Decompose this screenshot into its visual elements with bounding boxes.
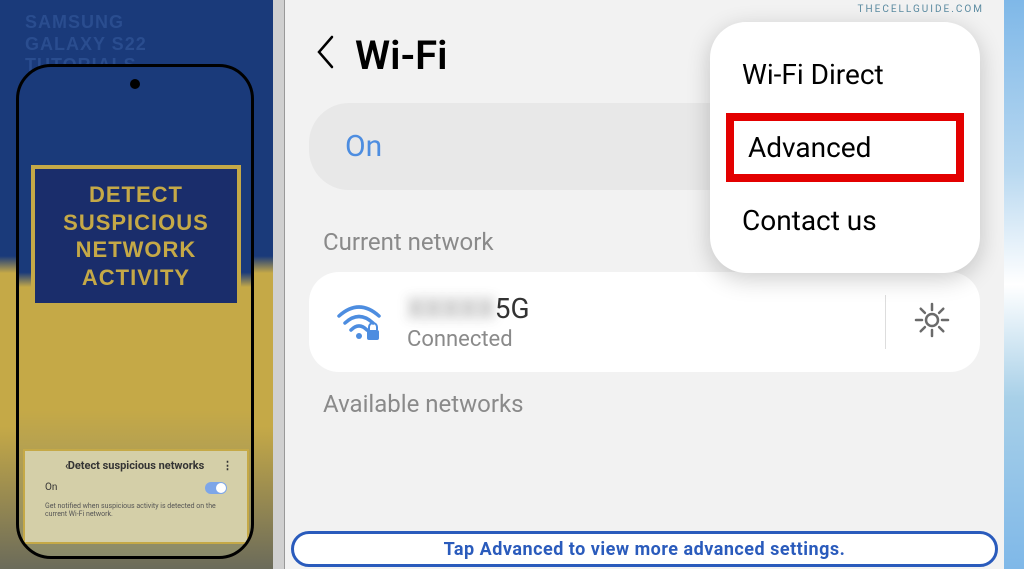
phone-screen: Wi-Fi On Current network XXXXX5G Connect… <box>284 0 1004 569</box>
phone-illustration: DETECT SUSPICIOUS NETWORK ACTIVITY ‹ Det… <box>16 64 254 559</box>
camera-dot <box>130 79 140 89</box>
mini-screenshot: ‹ Detect suspicious networks ⋮ On Get no… <box>23 449 249 544</box>
wifi-state-label: On <box>345 129 382 164</box>
instruction-caption: Tap Advanced to view more advanced setti… <box>291 531 998 567</box>
mini-on-label: On <box>45 482 57 494</box>
chevron-left-icon <box>315 35 335 69</box>
available-networks-label: Available networks <box>323 390 966 418</box>
network-settings-button[interactable] <box>912 300 952 344</box>
badge-line-1: DETECT <box>43 181 229 209</box>
mini-back-icon: ‹ <box>65 459 68 472</box>
mini-more-icon: ⋮ <box>222 459 233 472</box>
mini-toggle-icon <box>205 482 227 494</box>
mini-header: ‹ Detect suspicious networks ⋮ <box>35 457 237 478</box>
network-info: XXXXX5G Connected <box>407 292 859 352</box>
menu-item-contact-us[interactable]: Contact us <box>710 186 980 255</box>
badge-line-4: ACTIVITY <box>43 264 229 292</box>
watermark-text: THECELLGUIDE.COM <box>858 4 984 15</box>
mini-description: Get notified when suspicious activity is… <box>35 498 237 522</box>
divider <box>885 295 886 349</box>
wifi-secure-icon <box>337 302 381 342</box>
network-status: Connected <box>407 327 859 352</box>
badge-line-2: SUSPICIOUS <box>43 209 229 237</box>
brand-line-1: SAMSUNG <box>25 12 263 34</box>
mini-toggle-row: On <box>35 478 237 498</box>
back-button[interactable] <box>315 35 335 77</box>
badge-line-3: NETWORK <box>43 236 229 264</box>
tutorial-sidebar: SAMSUNG GALAXY S22 TUTORIALS DETECT SUSP… <box>0 0 273 569</box>
menu-item-wifi-direct[interactable]: Wi-Fi Direct <box>710 40 980 109</box>
current-network-card[interactable]: XXXXX5G Connected <box>309 272 980 372</box>
tutorial-badge: DETECT SUSPICIOUS NETWORK ACTIVITY <box>31 165 241 307</box>
overflow-menu: Wi-Fi Direct Advanced Contact us <box>710 22 980 273</box>
mini-title: Detect suspicious networks <box>68 459 205 472</box>
network-name-hidden: XXXXX <box>407 292 495 325</box>
gear-icon <box>912 300 952 340</box>
network-name: XXXXX5G <box>407 292 859 325</box>
menu-item-advanced[interactable]: Advanced <box>726 113 964 182</box>
page-title: Wi-Fi <box>355 32 448 79</box>
network-name-suffix: 5G <box>495 292 530 325</box>
